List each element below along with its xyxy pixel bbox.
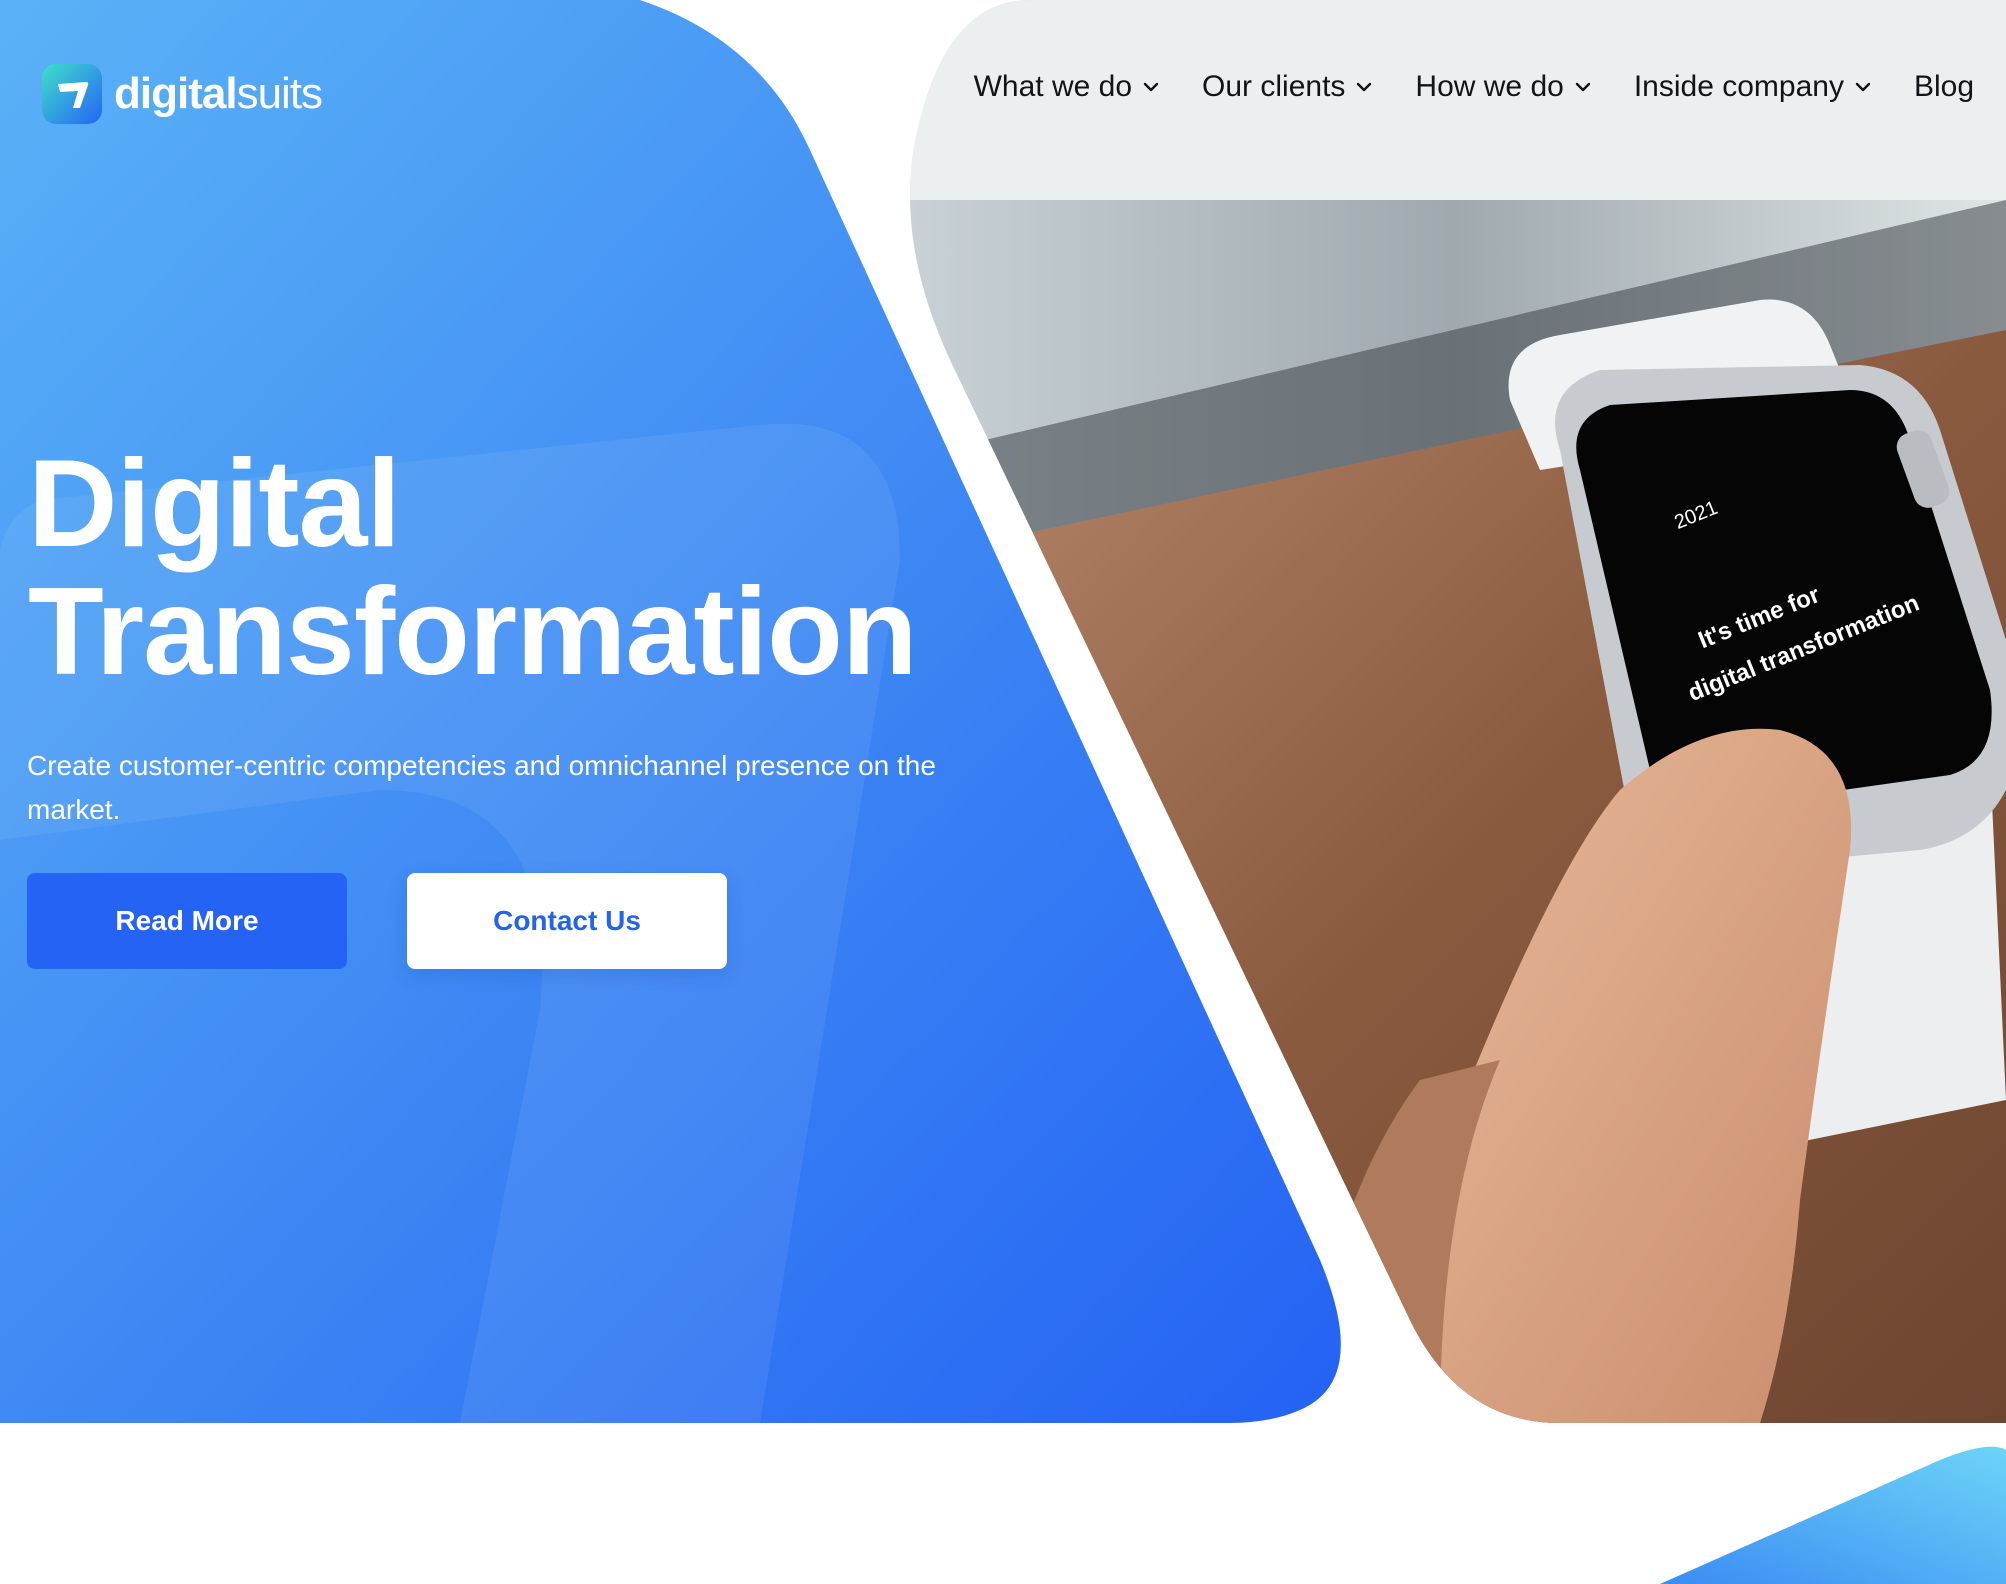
nav-item-our-clients[interactable]: Our clients (1202, 72, 1373, 102)
chevron-down-icon (1575, 82, 1591, 92)
logo-text-bold: digital (114, 69, 238, 118)
logo-link[interactable]: digitalsuits (42, 64, 323, 124)
nav-item-blog[interactable]: Blog (1914, 72, 1974, 102)
nav-item-inside-company[interactable]: Inside company (1634, 72, 1872, 102)
hero-title-line1: Digital (28, 435, 401, 573)
chevron-down-icon (1143, 82, 1159, 92)
nav-item-how-we-do[interactable]: How we do (1415, 72, 1591, 102)
logo-text: digitalsuits (114, 69, 323, 118)
nav-item-label: Inside company (1633, 70, 1844, 103)
hero-title-line2: Transformation (28, 563, 918, 701)
nav-item-label: Our clients (1202, 70, 1346, 103)
chevron-down-icon (1357, 82, 1372, 92)
contact-us-button[interactable]: Contact Us (407, 873, 727, 969)
hero-subtitle: Create customer-centric competencies and… (27, 750, 936, 825)
nav-item-what-we-do[interactable]: What we do (974, 72, 1160, 102)
chevron-down-icon (1855, 82, 1871, 92)
main-nav: What we do Our clients How we do Inside … (974, 72, 1974, 102)
nav-item-label: Blog (1913, 70, 1974, 103)
digitalsuits-logo-icon (42, 64, 102, 124)
hero-title: Digital Transformation (28, 435, 918, 701)
logo-text-light: suits (236, 69, 323, 118)
nav-item-label: How we do (1415, 70, 1564, 103)
read-more-button[interactable]: Read More (27, 873, 347, 969)
page: 2021 It's time for digital transformatio… (0, 0, 2006, 1584)
nav-item-label: What we do (973, 70, 1133, 103)
